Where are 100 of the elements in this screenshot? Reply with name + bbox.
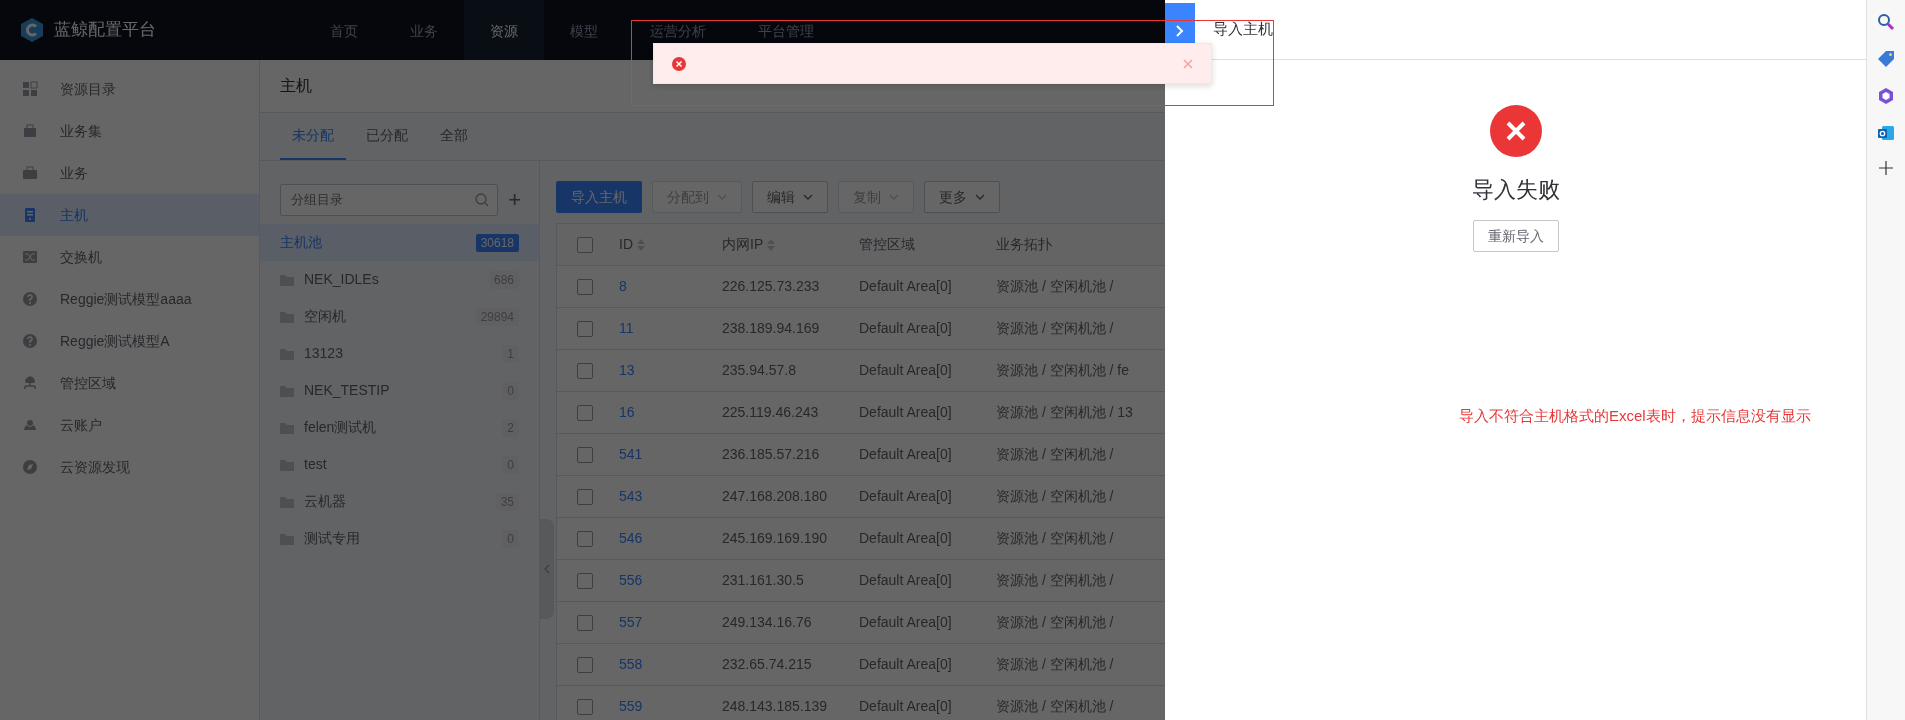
row-checkbox[interactable] [577,278,593,295]
nav-tab[interactable]: 模型 [544,0,624,60]
column-header: ID [619,235,633,254]
sidebar-item[interactable]: 云资源发现 [0,446,259,488]
table-cell: 238.189.94.169 [722,320,820,336]
column-header: 内网IP [722,235,764,254]
sidebar-item[interactable]: 资源目录 [0,68,259,110]
table-cell: 资源池 / 空闲机池 / [996,488,1114,504]
host-id-link[interactable]: 16 [619,404,635,420]
row-checkbox[interactable] [577,530,593,547]
tag-icon[interactable] [1877,50,1895,68]
table-cell: Default Area[0] [859,362,952,378]
column-header: 业务拓扑 [996,235,1052,254]
host-id-link[interactable]: 559 [619,698,643,714]
cloud-network-icon [22,375,38,391]
drawer-title: 导入主机 [1213,19,1273,40]
sidebar-item[interactable]: 云账户 [0,404,259,446]
add-button[interactable]: + [508,183,521,216]
table-cell: 资源池 / 空闲机池 / [996,572,1114,588]
briefcase-icon [22,123,38,139]
table-cell: 235.94.57.8 [722,362,796,378]
grid-icon [22,81,38,97]
tab[interactable]: 未分配 [280,113,346,160]
table-cell: Default Area[0] [859,320,952,336]
collapse-handle[interactable] [540,519,554,619]
row-checkbox[interactable] [577,698,593,715]
select-all-checkbox[interactable] [577,236,593,253]
sidebar-item[interactable]: 业务 [0,152,259,194]
compass-icon [22,459,38,475]
sidebar-item[interactable]: 主机 [0,194,259,236]
table-cell: 资源池 / 空闲机池 / 13 [996,404,1133,420]
server-icon [22,207,38,223]
row-checkbox[interactable] [577,446,593,463]
error-icon [672,56,686,71]
chevron-right-icon [1176,25,1184,37]
sidebar-item[interactable]: 交换机 [0,236,259,278]
table-cell: Default Area[0] [859,656,952,672]
count-badge: 30618 [475,233,519,252]
table-cell: Default Area[0] [859,446,952,462]
host-id-link[interactable]: 8 [619,278,627,294]
host-id-link[interactable]: 541 [619,446,643,462]
table-cell: 资源池 / 空闲机池 / [996,698,1114,714]
sidebar-item[interactable]: Reggie测试模型aaaa [0,278,259,320]
row-checkbox[interactable] [577,404,593,421]
annotation-text: 导入不符合主机格式的Excel表时，提示信息没有显示 [1459,406,1811,426]
table-cell: 资源池 / 空闲机池 / fe [996,362,1129,378]
sidebar-item[interactable]: 业务集 [0,110,259,152]
toolbar-button[interactable]: 导入主机 [556,181,642,213]
host-id-link[interactable]: 558 [619,656,643,672]
switch-icon [22,249,38,265]
toolbar-button[interactable]: 编辑 [752,181,828,213]
row-checkbox[interactable] [577,572,593,589]
help-icon [22,333,38,349]
host-id-link[interactable]: 13 [619,362,635,378]
table-cell: 资源池 / 空闲机池 / [996,320,1114,336]
nav-tab[interactable]: 资源 [464,0,544,60]
plus-icon[interactable] [1879,161,1893,175]
row-checkbox[interactable] [577,656,593,673]
mail-icon[interactable] [1877,124,1895,142]
search-icon [475,192,490,207]
reimport-button[interactable]: 重新导入 [1472,220,1559,252]
hexagon-icon[interactable] [1877,87,1895,105]
column-header: 管控区域 [859,235,915,254]
table-cell: 资源池 / 空闲机池 / [996,278,1114,294]
table-cell: Default Area[0] [859,278,952,294]
group-item[interactable]: 主机池 30618 [260,224,539,261]
table-cell: 226.125.73.233 [722,278,820,294]
sidebar-item[interactable]: Reggie测试模型A [0,320,259,362]
table-cell: 资源池 / 空闲机池 / [996,446,1114,462]
caret-icon [889,194,899,200]
host-id-link[interactable]: 557 [619,614,643,630]
table-cell: Default Area[0] [859,488,952,504]
sidebar-item[interactable]: 管控区域 [0,362,259,404]
tab[interactable]: 已分配 [354,113,420,160]
toolbar-button[interactable]: 更多 [924,181,1000,213]
table-cell: Default Area[0] [859,404,952,420]
table-cell: 236.185.57.216 [722,446,820,462]
row-checkbox[interactable] [577,488,593,505]
help-icon [22,291,38,307]
table-cell: 245.169.169.190 [722,530,828,546]
row-checkbox[interactable] [577,320,593,337]
chevron-left-icon [544,564,550,574]
table-cell: 247.168.208.180 [722,488,828,504]
search-icon[interactable] [1877,13,1895,31]
row-checkbox[interactable] [577,614,593,631]
host-id-link[interactable]: 11 [619,320,634,336]
toolbox-icon [22,165,38,181]
caret-icon [803,194,813,200]
table-cell: Default Area[0] [859,614,952,630]
tab[interactable]: 全部 [428,113,480,160]
table-cell: 225.119.46.243 [722,404,819,420]
host-id-link[interactable]: 556 [619,572,643,588]
host-id-link[interactable]: 543 [619,488,643,504]
table-cell: 232.65.74.215 [722,656,812,672]
cloud-user-icon [22,417,38,433]
table-cell: 资源池 / 空闲机池 / [996,614,1114,630]
host-id-link[interactable]: 546 [619,530,643,546]
caret-icon [717,194,727,200]
row-checkbox[interactable] [577,362,593,379]
close-icon[interactable] [1183,58,1193,69]
